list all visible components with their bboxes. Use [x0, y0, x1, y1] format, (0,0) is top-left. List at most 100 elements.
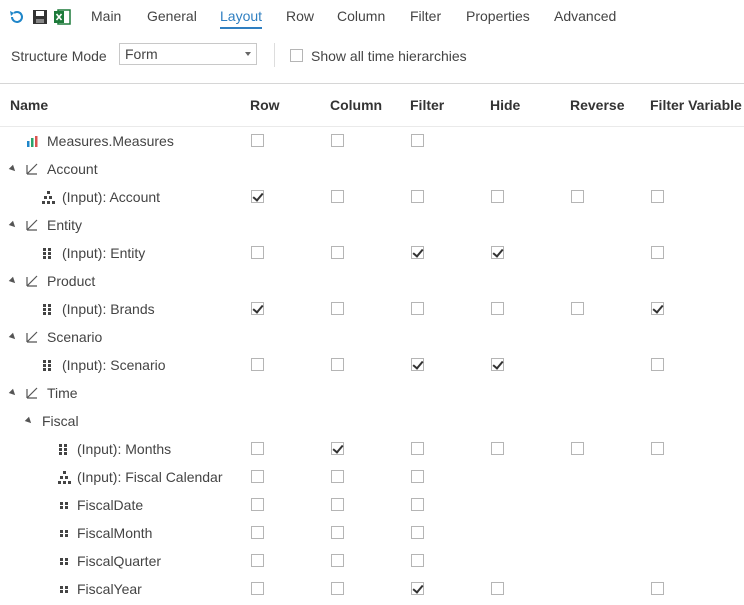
column-checkbox[interactable]: [331, 470, 344, 483]
hide-checkbox[interactable]: [491, 190, 504, 203]
chevron-down-icon: [245, 52, 251, 56]
filter-variable-checkbox[interactable]: [651, 302, 664, 315]
divider: [274, 43, 275, 67]
grid-icon: [41, 358, 55, 372]
menu-column[interactable]: Column: [337, 8, 385, 24]
row-checkbox[interactable]: [251, 442, 264, 455]
row-checkbox[interactable]: [251, 582, 264, 595]
expand-toggle-icon[interactable]: [24, 416, 34, 426]
filter-checkbox[interactable]: [411, 582, 424, 595]
filter-checkbox[interactable]: [411, 358, 424, 371]
expand-toggle-icon[interactable]: [8, 332, 18, 342]
row-label: Time: [47, 385, 78, 401]
row-checkbox[interactable]: [251, 302, 264, 315]
header-filter[interactable]: Filter: [410, 97, 444, 113]
filter-checkbox[interactable]: [411, 554, 424, 567]
row-checkbox[interactable]: [251, 470, 264, 483]
table-row: FiscalDate: [0, 491, 744, 519]
filter-checkbox[interactable]: [411, 190, 424, 203]
row-checkbox[interactable]: [251, 554, 264, 567]
row-checkbox[interactable]: [251, 134, 264, 147]
filter-checkbox[interactable]: [411, 498, 424, 511]
column-checkbox[interactable]: [331, 302, 344, 315]
row-checkbox[interactable]: [251, 526, 264, 539]
hierarchy-icon: [57, 470, 71, 484]
filter-variable-checkbox[interactable]: [651, 246, 664, 259]
column-checkbox[interactable]: [331, 246, 344, 259]
expand-toggle-icon[interactable]: [8, 164, 18, 174]
table-row: Entity: [0, 211, 744, 239]
hide-checkbox[interactable]: [491, 246, 504, 259]
header-row[interactable]: Row: [250, 97, 280, 113]
header-filter-variable[interactable]: Filter Variable: [650, 97, 742, 113]
hide-checkbox[interactable]: [491, 302, 504, 315]
menu-main[interactable]: Main: [91, 8, 121, 24]
expand-toggle-icon[interactable]: [8, 388, 18, 398]
reverse-checkbox[interactable]: [571, 190, 584, 203]
structure-mode-select[interactable]: Form: [119, 43, 257, 65]
row-label: Entity: [47, 217, 83, 233]
filter-checkbox[interactable]: [411, 526, 424, 539]
grid-icon: [57, 442, 71, 456]
menu-general[interactable]: General: [147, 8, 197, 24]
dimension-icon: [25, 162, 39, 176]
row-checkbox[interactable]: [251, 498, 264, 511]
column-checkbox[interactable]: [331, 498, 344, 511]
header-name[interactable]: Name: [10, 97, 48, 113]
column-checkbox[interactable]: [331, 190, 344, 203]
column-checkbox[interactable]: [331, 442, 344, 455]
hide-checkbox[interactable]: [491, 358, 504, 371]
hide-checkbox[interactable]: [491, 442, 504, 455]
table-row: Product: [0, 267, 744, 295]
filter-variable-checkbox[interactable]: [651, 442, 664, 455]
filter-checkbox[interactable]: [411, 302, 424, 315]
row-label: Product: [47, 273, 96, 289]
filter-variable-checkbox[interactable]: [651, 582, 664, 595]
expand-toggle-icon[interactable]: [8, 276, 18, 286]
column-checkbox[interactable]: [331, 554, 344, 567]
filter-variable-checkbox[interactable]: [651, 358, 664, 371]
table-row: Scenario: [0, 323, 744, 351]
filter-checkbox[interactable]: [411, 134, 424, 147]
menu-layout[interactable]: Layout: [220, 8, 263, 29]
row-checkbox[interactable]: [251, 358, 264, 371]
expand-toggle-icon[interactable]: [8, 220, 18, 230]
level-icon: [57, 582, 71, 596]
table-row: Time: [0, 379, 744, 407]
menu-filter[interactable]: Filter: [410, 8, 441, 24]
column-checkbox[interactable]: [331, 134, 344, 147]
row-checkbox[interactable]: [251, 246, 264, 259]
show-all-time-checkbox[interactable]: [290, 49, 303, 62]
reverse-checkbox[interactable]: [571, 302, 584, 315]
menu-row[interactable]: Row: [286, 8, 314, 24]
row-label: Measures.Measures: [47, 133, 174, 149]
header-column[interactable]: Column: [330, 97, 382, 113]
reverse-checkbox[interactable]: [571, 442, 584, 455]
row-checkbox[interactable]: [251, 190, 264, 203]
table-row: (Input): Scenario: [0, 351, 744, 379]
menu-properties[interactable]: Properties: [466, 8, 530, 24]
save-icon[interactable]: [31, 8, 49, 26]
header-hide[interactable]: Hide: [490, 97, 520, 113]
grid-icon: [41, 302, 55, 316]
refresh-icon[interactable]: [8, 8, 26, 26]
menu-advanced[interactable]: Advanced: [554, 8, 616, 24]
header-reverse[interactable]: Reverse: [570, 97, 625, 113]
excel-icon[interactable]: [53, 8, 71, 26]
filter-checkbox[interactable]: [411, 246, 424, 259]
hide-checkbox[interactable]: [491, 582, 504, 595]
filter-checkbox[interactable]: [411, 470, 424, 483]
row-label: (Input): Months: [77, 441, 172, 457]
dimension-icon: [25, 330, 39, 344]
filter-variable-checkbox[interactable]: [651, 190, 664, 203]
table-row: Account: [0, 155, 744, 183]
column-checkbox[interactable]: [331, 526, 344, 539]
row-label: (Input): Account: [62, 189, 161, 205]
filter-checkbox[interactable]: [411, 442, 424, 455]
table-row: FiscalYear: [0, 575, 744, 603]
options-row: Structure Mode Show all time hierarchies: [0, 34, 744, 82]
column-checkbox[interactable]: [331, 582, 344, 595]
column-checkbox[interactable]: [331, 358, 344, 371]
row-label: (Input): Entity: [62, 245, 146, 261]
table-row: (Input): Months: [0, 435, 744, 463]
